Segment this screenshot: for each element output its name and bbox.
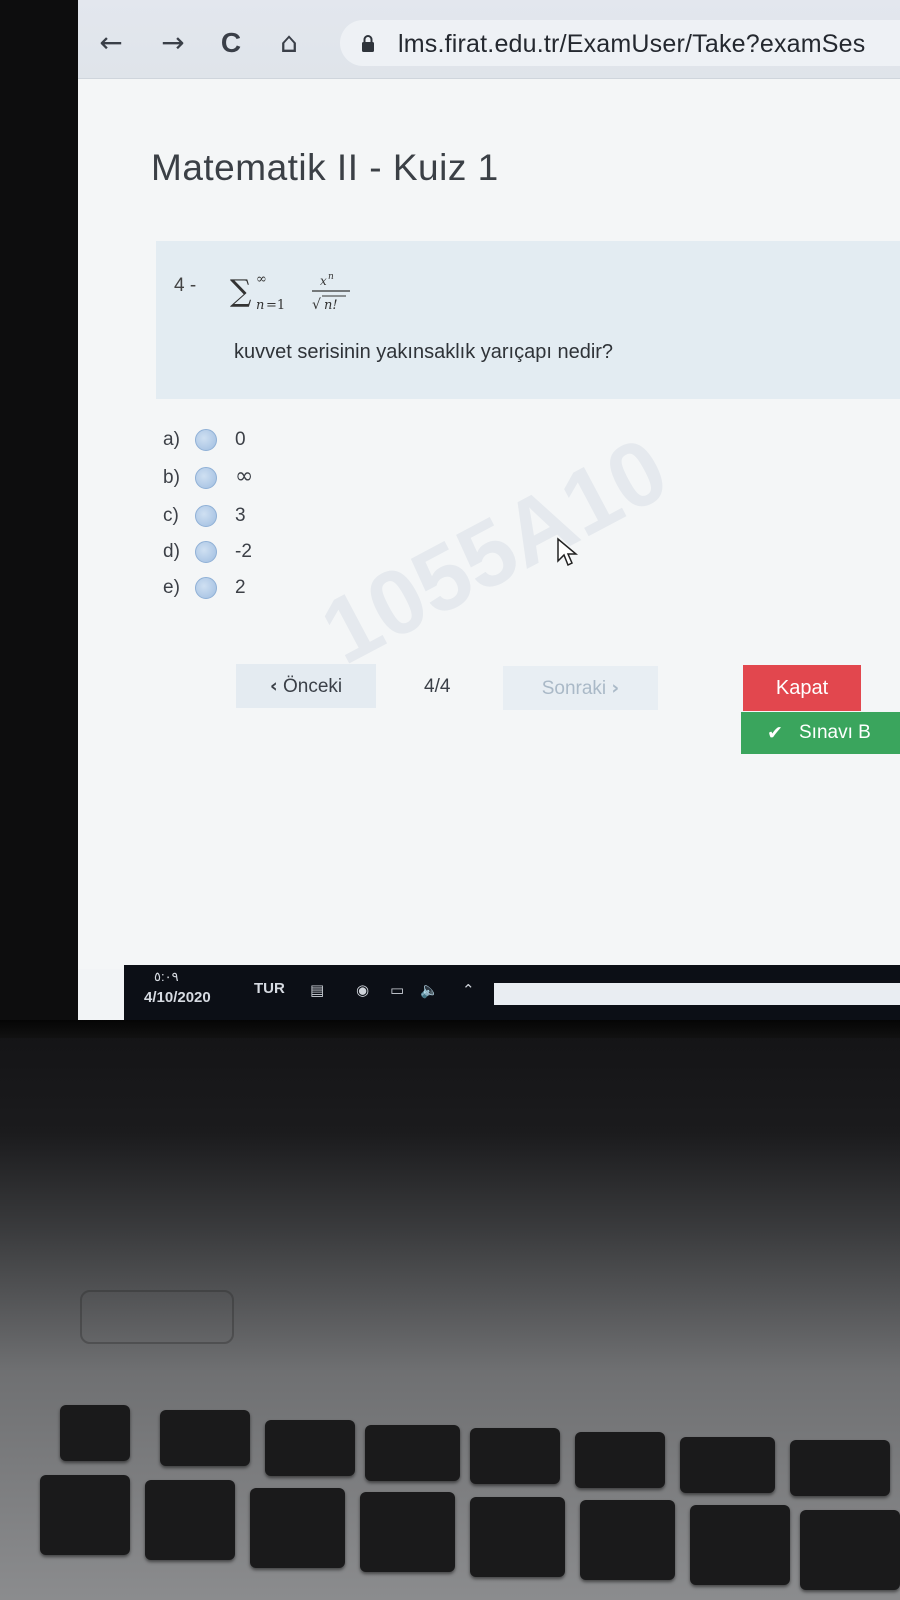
chevron-left-icon: ‹: [269, 675, 278, 697]
question-counter: 4/4: [424, 676, 451, 697]
next-label: Sonraki: [541, 678, 607, 699]
keyboard-key: [40, 1475, 130, 1555]
svg-text:√: √: [312, 297, 321, 313]
windows-taskbar: ٥:٠٩ 4/10/2020 TUR ▤ ◉ ▭ 🔈 ⌃: [124, 965, 900, 1020]
language-indicator[interactable]: TUR: [254, 980, 285, 997]
keyboard-key: [360, 1492, 455, 1572]
keyboard-key: [145, 1480, 235, 1560]
keyboard-key: [680, 1437, 775, 1493]
chevron-right-icon: ›: [611, 677, 620, 699]
chevron-up-icon[interactable]: ⌃: [462, 981, 484, 999]
option-radio[interactable]: [195, 541, 217, 563]
watermark: 1055A10: [305, 418, 684, 684]
keyboard-key: [60, 1405, 130, 1461]
address-bar[interactable]: lms.firat.edu.tr/ExamUser/Take?examSes: [340, 20, 900, 66]
laptop-screen: ← → C ⌂ lms.firat.edu.tr/ExamUser/Take?e…: [78, 0, 900, 1020]
question-number: 4 -: [174, 275, 197, 296]
option-letter: a): [163, 429, 180, 450]
keyboard-key: [470, 1428, 560, 1484]
battery-icon[interactable]: ▭: [390, 981, 412, 999]
option-letter: b): [163, 467, 180, 488]
option-letter: e): [163, 577, 180, 598]
option-radio[interactable]: [195, 505, 217, 527]
laptop-logo-outline: [80, 1290, 234, 1344]
previous-button[interactable]: ‹ Önceki: [236, 664, 376, 708]
volume-icon[interactable]: 🔈: [420, 981, 442, 999]
finish-label: Sınavı B: [799, 722, 871, 743]
svg-text:∞: ∞: [256, 272, 267, 287]
forward-icon[interactable]: →: [158, 28, 188, 58]
option-letter: c): [163, 505, 179, 526]
close-button[interactable]: Kapat: [743, 665, 861, 711]
previous-label: Önceki: [282, 676, 343, 697]
laptop-lid-edge: [0, 1020, 900, 1038]
exam-page: 1055A10 Matematik II - Kuiz 1 4 - ∑ ∞ n …: [78, 79, 900, 969]
keyboard-key: [265, 1420, 355, 1476]
network-icon[interactable]: ◉: [356, 981, 378, 999]
option-radio[interactable]: [195, 577, 217, 599]
home-icon[interactable]: ⌂: [274, 28, 304, 58]
svg-text:x: x: [320, 274, 327, 288]
question-text: kuvvet serisinin yakınsaklık yarıçapı ne…: [234, 341, 614, 363]
option-radio[interactable]: [195, 467, 217, 489]
series-formula: ∑ ∞ n =1 x n √ n!: [230, 272, 350, 313]
svg-text:=1: =1: [266, 298, 285, 313]
keyboard-key: [365, 1425, 460, 1481]
back-icon[interactable]: ←: [96, 28, 126, 58]
taskbar-time: ٥:٠٩: [154, 969, 179, 984]
question-box: 4 - ∑ ∞ n =1 x n √ n! kuvvet serisinin y…: [156, 241, 900, 399]
keyboard-key: [690, 1505, 790, 1585]
option-value: 0: [235, 429, 246, 450]
next-button[interactable]: Sonraki ›: [503, 666, 658, 710]
finish-exam-button[interactable]: ✔ Sınavı B: [741, 712, 900, 754]
browser-toolbar: ← → C ⌂ lms.firat.edu.tr/ExamUser/Take?e…: [78, 0, 900, 79]
option-letter: d): [163, 541, 180, 562]
svg-text:n!: n!: [324, 298, 338, 313]
keyboard-key: [160, 1410, 250, 1466]
option-value: 2: [235, 577, 246, 598]
check-icon: ✔: [767, 722, 783, 744]
keyboard-key: [800, 1510, 900, 1590]
reload-icon[interactable]: C: [216, 28, 246, 58]
lock-icon: [362, 35, 374, 52]
keyboard-key: [470, 1497, 565, 1577]
keyboard-key: [250, 1488, 345, 1568]
svg-text:∑: ∑: [230, 274, 252, 309]
keyboard-key: [580, 1500, 675, 1580]
keyboard-key: [575, 1432, 665, 1488]
url-text: lms.firat.edu.tr/ExamUser/Take?examSes: [398, 30, 866, 58]
mouse-cursor-icon: [557, 537, 578, 567]
notification-icon[interactable]: ▤: [310, 981, 332, 999]
option-value: -2: [235, 541, 252, 562]
option-value: ∞: [235, 464, 254, 489]
taskbar-search-box[interactable]: [494, 983, 900, 1005]
option-value: 3: [235, 505, 246, 526]
svg-text:n: n: [256, 298, 264, 313]
option-radio[interactable]: [195, 429, 217, 451]
page-title: Matematik II - Kuiz 1: [151, 147, 499, 188]
taskbar-date: 4/10/2020: [144, 989, 211, 1006]
keyboard-key: [790, 1440, 890, 1496]
svg-text:n: n: [328, 272, 334, 282]
